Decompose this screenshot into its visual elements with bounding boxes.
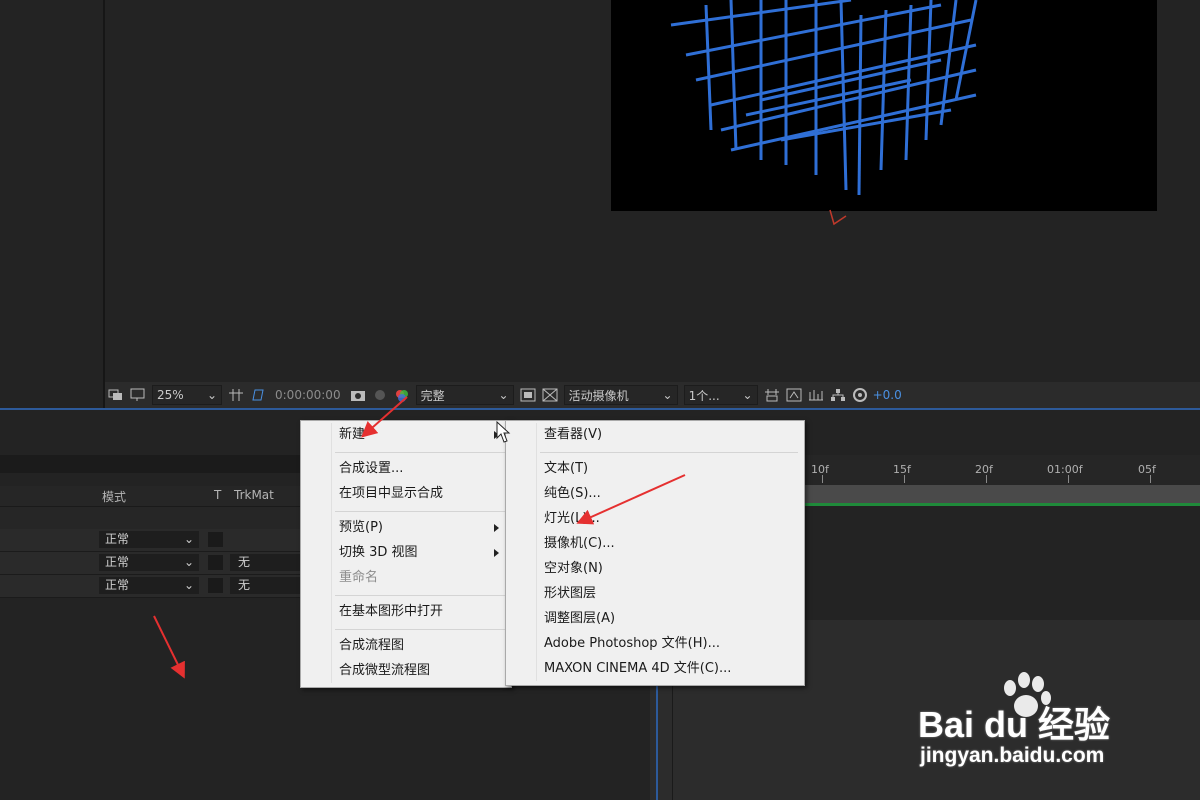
- baidu-watermark: Bai du 经验 jingyan.baidu.com: [918, 672, 1168, 782]
- watermark-brand: Bai du 经验: [918, 704, 1111, 745]
- watermark-url: jingyan.baidu.com: [920, 744, 1105, 767]
